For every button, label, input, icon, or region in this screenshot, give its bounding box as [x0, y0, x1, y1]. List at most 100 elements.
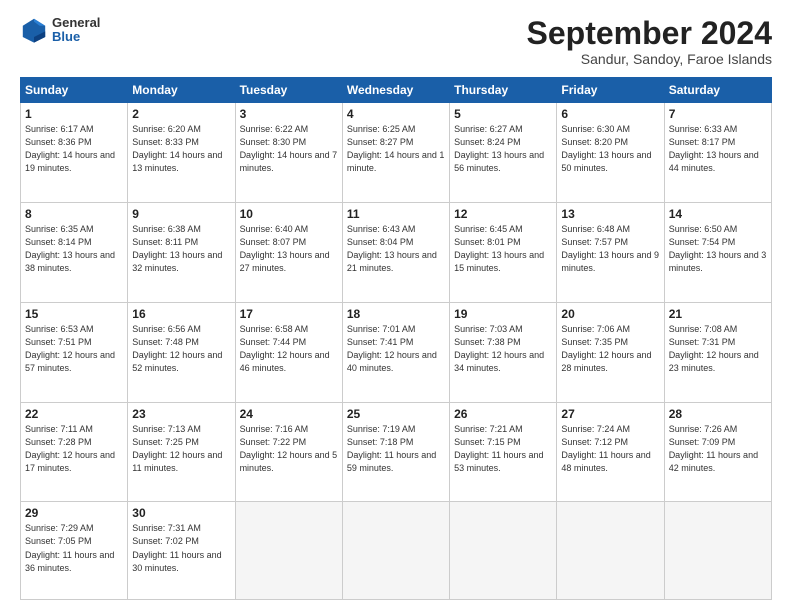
calendar-cell: 12 Sunrise: 6:45 AM Sunset: 8:01 PM Dayli… [450, 203, 557, 303]
day-info: Sunrise: 7:08 AM Sunset: 7:31 PM Dayligh… [669, 323, 767, 375]
day-number: 5 [454, 107, 552, 121]
calendar-cell: 19 Sunrise: 7:03 AM Sunset: 7:38 PM Dayli… [450, 302, 557, 402]
day-number: 3 [240, 107, 338, 121]
calendar-cell: 3 Sunrise: 6:22 AM Sunset: 8:30 PM Daylig… [235, 103, 342, 203]
day-number: 8 [25, 207, 123, 221]
calendar-cell: 20 Sunrise: 7:06 AM Sunset: 7:35 PM Dayli… [557, 302, 664, 402]
day-number: 6 [561, 107, 659, 121]
day-number: 22 [25, 407, 123, 421]
day-number: 4 [347, 107, 445, 121]
weekday-header-thursday: Thursday [450, 78, 557, 103]
calendar-cell: 26 Sunrise: 7:21 AM Sunset: 7:15 PM Dayli… [450, 402, 557, 502]
day-info: Sunrise: 7:03 AM Sunset: 7:38 PM Dayligh… [454, 323, 552, 375]
day-number: 1 [25, 107, 123, 121]
day-info: Sunrise: 7:11 AM Sunset: 7:28 PM Dayligh… [25, 423, 123, 475]
weekday-header-sunday: Sunday [21, 78, 128, 103]
calendar-cell: 8 Sunrise: 6:35 AM Sunset: 8:14 PM Daylig… [21, 203, 128, 303]
day-number: 11 [347, 207, 445, 221]
day-info: Sunrise: 7:26 AM Sunset: 7:09 PM Dayligh… [669, 423, 767, 475]
day-number: 7 [669, 107, 767, 121]
day-number: 26 [454, 407, 552, 421]
day-number: 20 [561, 307, 659, 321]
calendar-cell: 6 Sunrise: 6:30 AM Sunset: 8:20 PM Daylig… [557, 103, 664, 203]
day-info: Sunrise: 6:40 AM Sunset: 8:07 PM Dayligh… [240, 223, 338, 275]
day-info: Sunrise: 6:22 AM Sunset: 8:30 PM Dayligh… [240, 123, 338, 175]
calendar-cell [450, 502, 557, 600]
day-info: Sunrise: 6:58 AM Sunset: 7:44 PM Dayligh… [240, 323, 338, 375]
header: General Blue September 2024 Sandur, Sand… [20, 16, 772, 67]
day-info: Sunrise: 7:01 AM Sunset: 7:41 PM Dayligh… [347, 323, 445, 375]
calendar-cell: 10 Sunrise: 6:40 AM Sunset: 8:07 PM Dayli… [235, 203, 342, 303]
day-info: Sunrise: 7:24 AM Sunset: 7:12 PM Dayligh… [561, 423, 659, 475]
calendar-cell: 17 Sunrise: 6:58 AM Sunset: 7:44 PM Dayli… [235, 302, 342, 402]
calendar-cell [342, 502, 449, 600]
calendar-cell [557, 502, 664, 600]
day-number: 18 [347, 307, 445, 321]
day-info: Sunrise: 6:17 AM Sunset: 8:36 PM Dayligh… [25, 123, 123, 175]
day-number: 12 [454, 207, 552, 221]
day-info: Sunrise: 6:48 AM Sunset: 7:57 PM Dayligh… [561, 223, 659, 275]
day-info: Sunrise: 7:19 AM Sunset: 7:18 PM Dayligh… [347, 423, 445, 475]
calendar-cell: 14Sunrise: 6:50 AM Sunset: 7:54 PM Dayli… [664, 203, 771, 303]
day-number: 13 [561, 207, 659, 221]
calendar-week-row: 29Sunrise: 7:29 AM Sunset: 7:05 PM Dayli… [21, 502, 772, 600]
location-subtitle: Sandur, Sandoy, Faroe Islands [527, 51, 772, 67]
logo-general: General [52, 16, 100, 30]
calendar-cell: 2 Sunrise: 6:20 AM Sunset: 8:33 PM Daylig… [128, 103, 235, 203]
weekday-header-tuesday: Tuesday [235, 78, 342, 103]
day-info: Sunrise: 6:45 AM Sunset: 8:01 PM Dayligh… [454, 223, 552, 275]
calendar-cell: 13 Sunrise: 6:48 AM Sunset: 7:57 PM Dayli… [557, 203, 664, 303]
day-info: Sunrise: 7:29 AM Sunset: 7:05 PM Dayligh… [25, 522, 123, 574]
weekday-header-saturday: Saturday [664, 78, 771, 103]
day-info: Sunrise: 7:13 AM Sunset: 7:25 PM Dayligh… [132, 423, 230, 475]
day-number: 15 [25, 307, 123, 321]
day-number: 9 [132, 207, 230, 221]
day-number: 30 [132, 506, 230, 520]
day-number: 10 [240, 207, 338, 221]
calendar-cell: 5Sunrise: 6:27 AM Sunset: 8:24 PM Daylig… [450, 103, 557, 203]
weekday-header-monday: Monday [128, 78, 235, 103]
day-info: Sunrise: 6:30 AM Sunset: 8:20 PM Dayligh… [561, 123, 659, 175]
logo-text: General Blue [52, 16, 100, 45]
day-number: 19 [454, 307, 552, 321]
day-info: Sunrise: 7:31 AM Sunset: 7:02 PM Dayligh… [132, 522, 230, 574]
calendar-cell: 22 Sunrise: 7:11 AM Sunset: 7:28 PM Dayli… [21, 402, 128, 502]
calendar-cell: 30 Sunrise: 7:31 AM Sunset: 7:02 PM Dayli… [128, 502, 235, 600]
calendar-cell: 28 Sunrise: 7:26 AM Sunset: 7:09 PM Dayli… [664, 402, 771, 502]
day-info: Sunrise: 6:33 AM Sunset: 8:17 PM Dayligh… [669, 123, 767, 175]
calendar-cell: 16 Sunrise: 6:56 AM Sunset: 7:48 PM Dayli… [128, 302, 235, 402]
day-number: 24 [240, 407, 338, 421]
day-number: 2 [132, 107, 230, 121]
day-info: Sunrise: 6:43 AM Sunset: 8:04 PM Dayligh… [347, 223, 445, 275]
day-info: Sunrise: 6:38 AM Sunset: 8:11 PM Dayligh… [132, 223, 230, 275]
calendar-cell: 24 Sunrise: 7:16 AM Sunset: 7:22 PM Dayli… [235, 402, 342, 502]
calendar-table: SundayMondayTuesdayWednesdayThursdayFrid… [20, 77, 772, 600]
calendar-cell [664, 502, 771, 600]
day-number: 28 [669, 407, 767, 421]
day-info: Sunrise: 6:35 AM Sunset: 8:14 PM Dayligh… [25, 223, 123, 275]
day-number: 21 [669, 307, 767, 321]
day-number: 14 [669, 207, 767, 221]
calendar-cell: 21 Sunrise: 7:08 AM Sunset: 7:31 PM Dayli… [664, 302, 771, 402]
day-info: Sunrise: 7:06 AM Sunset: 7:35 PM Dayligh… [561, 323, 659, 375]
weekday-header-wednesday: Wednesday [342, 78, 449, 103]
month-title: September 2024 [527, 16, 772, 51]
day-info: Sunrise: 6:20 AM Sunset: 8:33 PM Dayligh… [132, 123, 230, 175]
day-info: Sunrise: 6:56 AM Sunset: 7:48 PM Dayligh… [132, 323, 230, 375]
calendar-cell: 4Sunrise: 6:25 AM Sunset: 8:27 PM Daylig… [342, 103, 449, 203]
day-number: 25 [347, 407, 445, 421]
day-number: 23 [132, 407, 230, 421]
title-block: September 2024 Sandur, Sandoy, Faroe Isl… [527, 16, 772, 67]
logo-blue: Blue [52, 30, 100, 44]
calendar-week-row: 22 Sunrise: 7:11 AM Sunset: 7:28 PM Dayli… [21, 402, 772, 502]
calendar-header-row: SundayMondayTuesdayWednesdayThursdayFrid… [21, 78, 772, 103]
day-number: 16 [132, 307, 230, 321]
logo: General Blue [20, 16, 100, 45]
calendar-cell: 11 Sunrise: 6:43 AM Sunset: 8:04 PM Dayli… [342, 203, 449, 303]
day-info: Sunrise: 7:21 AM Sunset: 7:15 PM Dayligh… [454, 423, 552, 475]
calendar-cell: 25 Sunrise: 7:19 AM Sunset: 7:18 PM Dayli… [342, 402, 449, 502]
calendar-cell: 27Sunrise: 7:24 AM Sunset: 7:12 PM Dayli… [557, 402, 664, 502]
weekday-header-friday: Friday [557, 78, 664, 103]
day-number: 17 [240, 307, 338, 321]
day-info: Sunrise: 7:16 AM Sunset: 7:22 PM Dayligh… [240, 423, 338, 475]
